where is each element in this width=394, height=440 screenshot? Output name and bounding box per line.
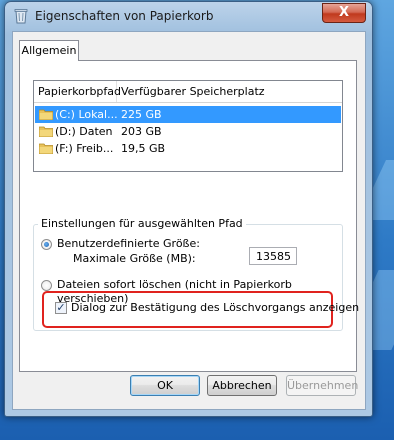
delete-immediately-label-line1[interactable]: Dateien sofort löschen (nicht in Papierk… — [57, 278, 292, 291]
list-item-path: (D:) Daten — [55, 125, 113, 138]
close-icon: X — [338, 5, 350, 20]
settings-group-legend: Einstellungen für ausgewählten Pfad — [38, 217, 246, 230]
cancel-button[interactable]: Abbrechen — [207, 375, 277, 396]
delete-immediately-radio[interactable] — [41, 280, 52, 291]
tab-allgemein[interactable]: Allgemein — [19, 40, 79, 61]
max-size-label: Maximale Größe (MB): — [73, 252, 196, 265]
recycle-bin-icon — [14, 9, 28, 24]
recycle-bin-location-list[interactable]: Papierkorbpfad Verfügbarer Speicherplatz… — [33, 80, 343, 172]
list-item-size: 225 GB — [121, 108, 162, 121]
folder-icon — [39, 109, 53, 120]
window-title: Eigenschaften von Papierkorb — [35, 9, 214, 23]
list-header: Papierkorbpfad Verfügbarer Speicherplatz — [34, 81, 342, 103]
list-item-path: (F:) Freib... — [55, 142, 114, 155]
confirm-dialog-label[interactable]: Dialog zur Bestätigung des Löschvorgangs… — [71, 301, 359, 314]
max-size-input[interactable]: 13585 — [249, 247, 297, 265]
folder-icon — [39, 143, 53, 154]
list-item-path: (C:) Lokal... — [55, 108, 118, 121]
custom-size-radio[interactable] — [41, 239, 52, 250]
column-header-path[interactable]: Papierkorbpfad — [34, 81, 121, 102]
title-bar[interactable]: Eigenschaften von Papierkorb X — [5, 2, 372, 30]
properties-dialog: Eigenschaften von Papierkorb X Allgemein… — [4, 1, 373, 417]
list-item-size: 203 GB — [121, 125, 162, 138]
close-button[interactable]: X — [322, 3, 366, 23]
folder-icon — [39, 126, 53, 137]
list-item[interactable]: (C:) Lokal... 225 GB — [35, 106, 341, 123]
custom-size-label[interactable]: Benutzerdefinierte Größe: — [57, 237, 200, 250]
dialog-client-area: Allgemein Papierkorbpfad Verfügbarer Spe… — [12, 31, 366, 410]
column-header-space[interactable]: Verfügbarer Speicherplatz — [117, 81, 341, 102]
list-item-size: 19,5 GB — [121, 142, 166, 155]
ok-button[interactable]: OK — [130, 375, 200, 396]
list-item[interactable]: (F:) Freib... 19,5 GB — [35, 140, 341, 157]
apply-button: Übernehmen — [286, 375, 358, 396]
tab-label: Allgemein — [21, 44, 77, 57]
list-item[interactable]: (D:) Daten 203 GB — [35, 123, 341, 140]
confirm-dialog-checkbox[interactable]: ✓ — [55, 302, 67, 314]
